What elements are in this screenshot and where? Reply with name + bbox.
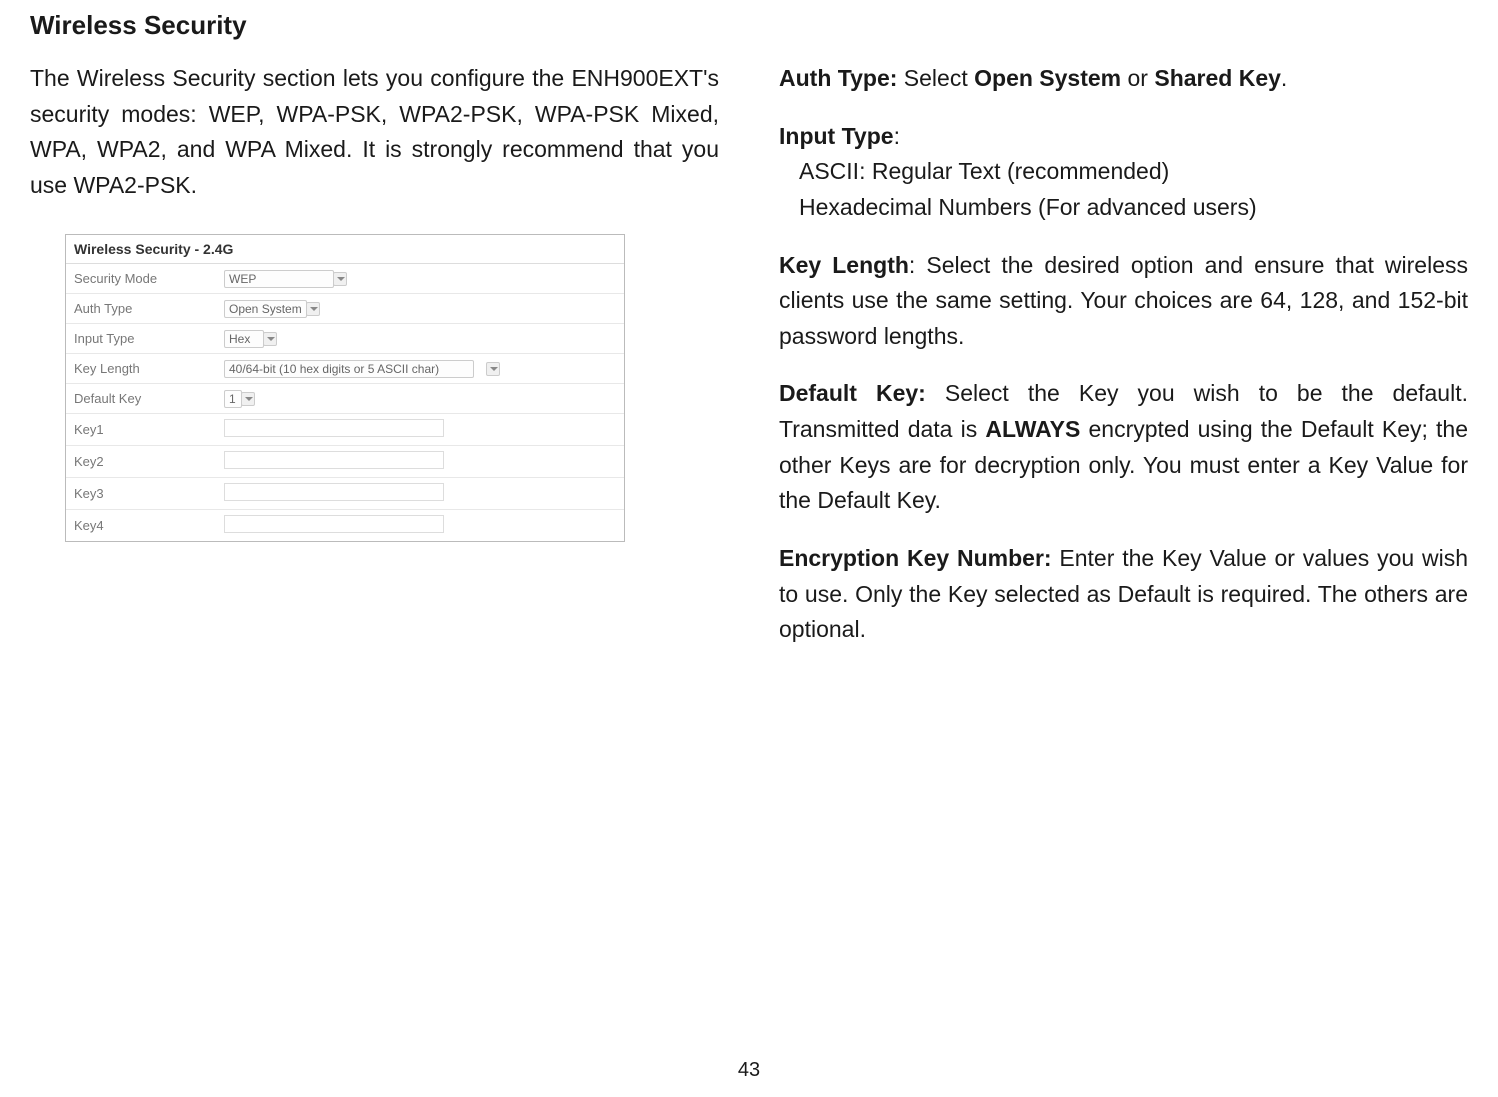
table-row: Key Length 40/64-bit (10 hex digits or 5… — [66, 353, 624, 383]
table-row: Key4 — [66, 509, 624, 541]
text: or — [1121, 65, 1154, 91]
row-value-cell: WEP — [216, 264, 624, 294]
input-type-select[interactable]: Hex — [224, 330, 264, 348]
chevron-down-icon[interactable] — [263, 332, 277, 346]
row-label: Key2 — [66, 445, 216, 477]
key3-input[interactable] — [224, 483, 444, 501]
intro-paragraph: The Wireless Security section lets you c… — [30, 61, 719, 204]
content-columns: The Wireless Security section lets you c… — [30, 61, 1468, 670]
key2-input[interactable] — [224, 451, 444, 469]
key1-input[interactable] — [224, 419, 444, 437]
text: . — [1281, 65, 1287, 91]
field-label: Default Key: — [779, 380, 926, 406]
row-value-cell — [216, 413, 624, 445]
left-column: The Wireless Security section lets you c… — [30, 61, 719, 670]
table-row: Default Key 1 — [66, 383, 624, 413]
row-value-cell — [216, 445, 624, 477]
row-value-cell: Open System — [216, 293, 624, 323]
row-label: Input Type — [66, 323, 216, 353]
option-bold: Shared Key — [1154, 65, 1281, 91]
field-label: Key Length — [779, 252, 909, 278]
row-label: Key Length — [66, 353, 216, 383]
always-bold: ALWAYS — [985, 416, 1080, 442]
table-row: Key3 — [66, 477, 624, 509]
auth-type-block: Auth Type: Select Open System or Shared … — [779, 61, 1468, 97]
panel-title: Wireless Security - 2.4G — [66, 235, 624, 264]
field-label: Input Type — [779, 123, 894, 149]
chevron-down-icon[interactable] — [306, 302, 320, 316]
row-value-cell — [216, 509, 624, 541]
table-row: Input Type Hex — [66, 323, 624, 353]
input-type-ascii: ASCII: Regular Text (recommended) — [779, 154, 1468, 190]
table-row: Auth Type Open System — [66, 293, 624, 323]
row-value-cell: 40/64-bit (10 hex digits or 5 ASCII char… — [216, 353, 624, 383]
input-type-hex: Hexadecimal Numbers (For advanced users) — [779, 190, 1468, 226]
text: : — [894, 123, 900, 149]
row-value-cell: 1 — [216, 383, 624, 413]
row-label: Auth Type — [66, 293, 216, 323]
row-label: Key3 — [66, 477, 216, 509]
row-value-cell: Hex — [216, 323, 624, 353]
chevron-down-icon[interactable] — [333, 272, 347, 286]
table-row: Key1 — [66, 413, 624, 445]
table-row: Key2 — [66, 445, 624, 477]
input-type-block: Input Type: ASCII: Regular Text (recomme… — [779, 119, 1468, 226]
settings-table: Security Mode WEP Auth Type Open System … — [66, 264, 624, 541]
row-label: Key4 — [66, 509, 216, 541]
chevron-down-icon[interactable] — [486, 362, 500, 376]
key-length-select[interactable]: 40/64-bit (10 hex digits or 5 ASCII char… — [224, 360, 474, 378]
field-label: Auth Type: — [779, 65, 897, 91]
right-column: Auth Type: Select Open System or Shared … — [779, 61, 1468, 670]
key-length-block: Key Length: Select the desired option an… — [779, 248, 1468, 355]
row-value-cell — [216, 477, 624, 509]
table-row: Security Mode WEP — [66, 264, 624, 294]
page-number: 43 — [738, 1059, 760, 1082]
security-mode-select[interactable]: WEP — [224, 270, 334, 288]
row-label: Default Key — [66, 383, 216, 413]
text: Select — [897, 65, 974, 91]
key4-input[interactable] — [224, 515, 444, 533]
default-key-block: Default Key: Select the Key you wish to … — [779, 376, 1468, 519]
encryption-key-block: Encryption Key Number: Enter the Key Val… — [779, 541, 1468, 648]
row-label: Key1 — [66, 413, 216, 445]
wireless-security-panel: Wireless Security - 2.4G Security Mode W… — [65, 234, 625, 542]
option-bold: Open System — [974, 65, 1121, 91]
chevron-down-icon[interactable] — [241, 392, 255, 406]
default-key-select[interactable]: 1 — [224, 390, 242, 408]
auth-type-select[interactable]: Open System — [224, 300, 307, 318]
row-label: Security Mode — [66, 264, 216, 294]
field-label: Encryption Key Number: — [779, 545, 1052, 571]
page-title: Wireless Security — [30, 10, 1468, 41]
